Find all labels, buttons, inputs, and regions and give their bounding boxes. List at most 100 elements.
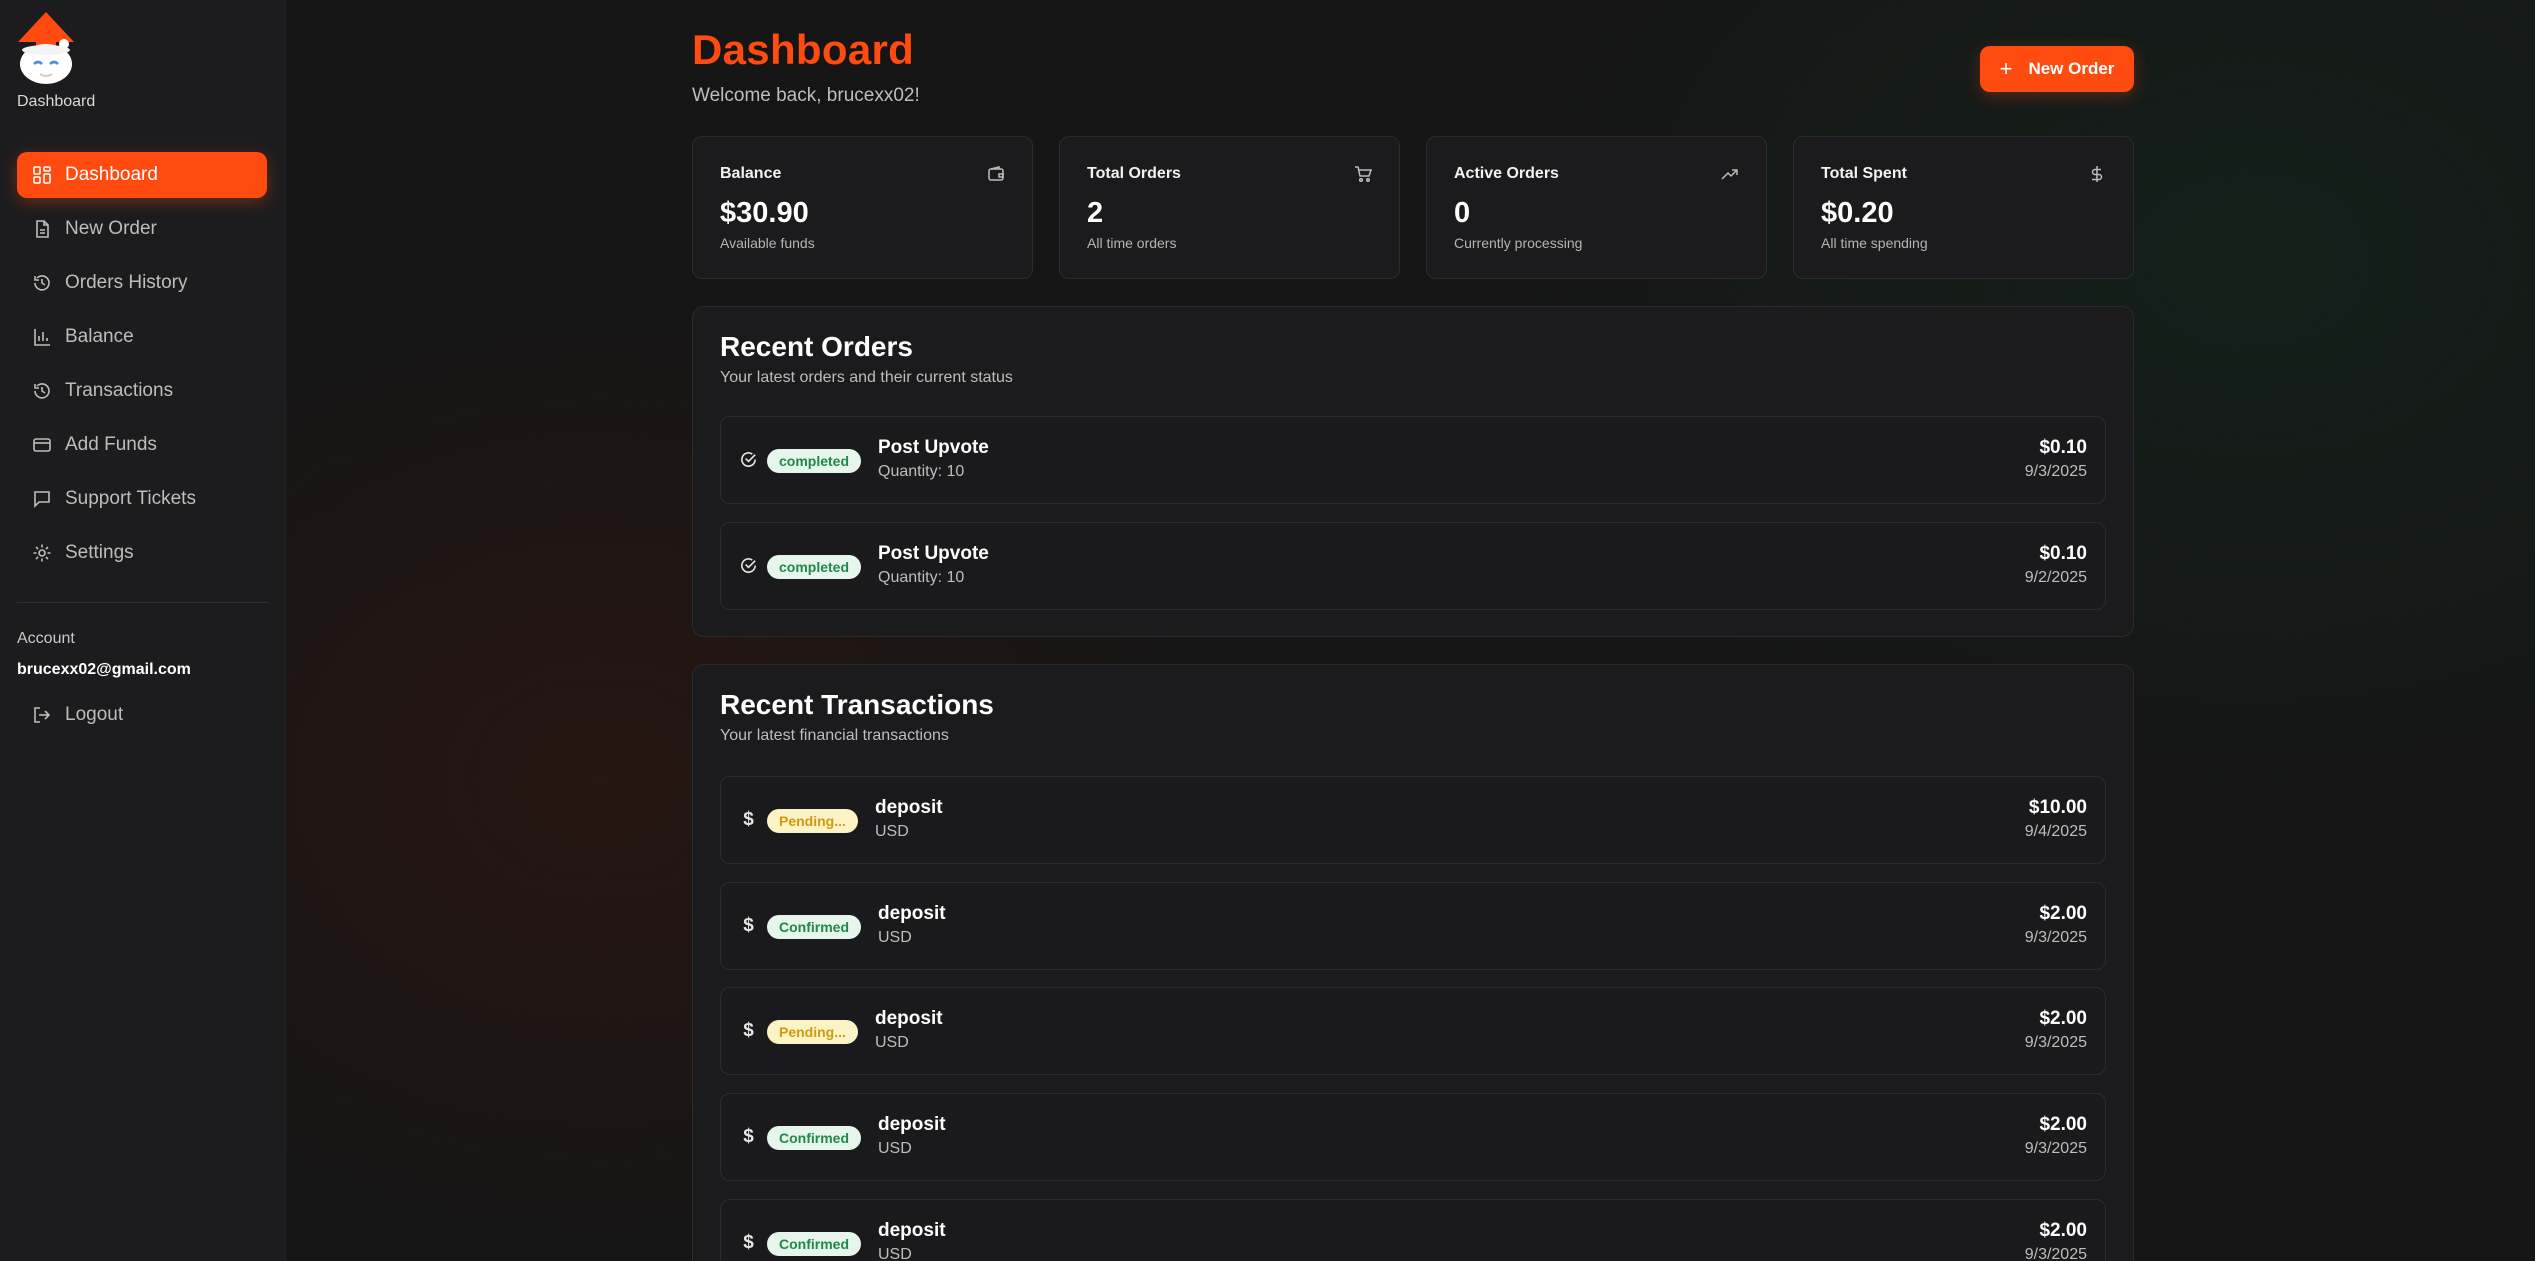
sidebar-nav: Dashboard New Order Orders History Balan…: [17, 152, 267, 584]
transaction-row[interactable]: $ Confirmed deposit USD $2.00 9/3/2025: [720, 882, 2106, 970]
status-badge: completed: [767, 449, 862, 473]
sidebar-item-label: Transactions: [65, 380, 174, 401]
transaction-amount: $2.00: [2039, 903, 2087, 924]
order-name: Post Upvote: [878, 543, 989, 564]
stat-card-balance: Balance $30.90 Available funds: [692, 136, 1033, 279]
stat-card-total-spent: Total Spent $0.20 All time spending: [1793, 136, 2134, 279]
stat-value: $30.90: [720, 197, 809, 229]
sidebar-item-label: Settings: [65, 542, 134, 563]
sidebar-item-new-order[interactable]: New Order: [17, 206, 267, 252]
transaction-type: deposit: [878, 903, 946, 924]
sidebar-item-add-funds[interactable]: Add Funds: [17, 422, 267, 468]
sidebar-item-orders-history[interactable]: Orders History: [17, 260, 267, 306]
order-name: Post Upvote: [878, 437, 989, 458]
credit-card-icon: [32, 435, 52, 455]
check-circle-icon: [739, 450, 758, 469]
recent-transactions-title: Recent Transactions: [720, 689, 994, 720]
history-icon: [32, 381, 52, 401]
new-order-label: New Order: [2028, 59, 2115, 78]
sidebar-item-label: Dashboard: [65, 164, 158, 185]
transaction-type: deposit: [875, 1008, 943, 1029]
logout-label: Logout: [65, 704, 124, 725]
transaction-row[interactable]: $ Confirmed deposit USD $2.00 9/3/2025: [720, 1199, 2106, 1261]
transaction-row[interactable]: $ Pending... deposit USD $10.00 9/4/2025: [720, 776, 2106, 864]
status-badge: Confirmed: [767, 915, 861, 939]
plus-icon: +: [1999, 56, 2013, 81]
transaction-amount: $2.00: [2039, 1220, 2087, 1241]
stat-subtitle: Available funds: [720, 235, 815, 251]
order-amount: $0.10: [2039, 543, 2087, 564]
account-label: Account: [17, 630, 75, 647]
sidebar-item-balance[interactable]: Balance: [17, 314, 267, 360]
gear-icon: [32, 543, 52, 563]
stats-row: Balance $30.90 Available funds Total Ord…: [692, 136, 2134, 279]
stat-subtitle: Currently processing: [1454, 235, 1583, 251]
stat-value: $0.20: [1821, 197, 1894, 229]
sidebar-item-label: Support Tickets: [65, 488, 196, 509]
file-icon: [32, 219, 52, 239]
status-badge: Pending...: [767, 1020, 858, 1044]
grid-icon: [32, 165, 52, 185]
sidebar-item-transactions[interactable]: Transactions: [17, 368, 267, 414]
order-quantity: Quantity: 10: [878, 463, 965, 480]
transaction-currency: USD: [878, 1246, 912, 1261]
dollar-icon: $: [743, 1019, 754, 1041]
welcome-message: Welcome back, brucexx02!: [692, 85, 920, 106]
stat-subtitle: All time spending: [1821, 235, 1928, 251]
order-date: 9/2/2025: [2024, 569, 2087, 586]
transaction-row[interactable]: $ Pending... deposit USD $2.00 9/3/2025: [720, 987, 2106, 1075]
transaction-currency: USD: [875, 823, 909, 840]
recent-orders-subtitle: Your latest orders and their current sta…: [720, 369, 1013, 386]
stat-subtitle: All time orders: [1087, 235, 1177, 251]
status-badge: completed: [767, 555, 862, 579]
stat-title: Active Orders: [1454, 165, 1559, 182]
transaction-currency: USD: [875, 1034, 909, 1051]
transaction-date: 9/4/2025: [2024, 823, 2087, 840]
message-icon: [32, 489, 52, 509]
dollar-icon: $: [743, 914, 754, 936]
recent-orders-panel: Recent Orders Your latest orders and the…: [692, 306, 2134, 637]
order-amount: $0.10: [2039, 437, 2087, 458]
wallet-icon: [987, 165, 1005, 183]
transaction-type: deposit: [878, 1220, 946, 1241]
new-order-button[interactable]: + New Order: [1980, 46, 2134, 92]
dollar-icon: $: [743, 1125, 754, 1147]
logout-button[interactable]: Logout: [17, 692, 267, 738]
transaction-date: 9/3/2025: [2024, 1246, 2087, 1261]
recent-transactions-panel: Recent Transactions Your latest financia…: [692, 664, 2134, 1261]
sidebar-item-label: Balance: [65, 326, 134, 347]
status-badge: Pending...: [767, 809, 858, 833]
cart-icon: [1354, 165, 1373, 183]
page-title: Dashboard: [692, 26, 915, 73]
sidebar-item-support-tickets[interactable]: Support Tickets: [17, 476, 267, 522]
transaction-date: 9/3/2025: [2024, 929, 2087, 946]
transaction-type: deposit: [878, 1114, 946, 1135]
dollar-icon: $: [743, 1231, 754, 1253]
trending-up-icon: [1721, 165, 1739, 183]
sidebar-divider: [17, 602, 269, 603]
stat-title: Balance: [720, 165, 782, 182]
recent-transactions-subtitle: Your latest financial transactions: [720, 727, 949, 744]
sidebar-item-label: New Order: [65, 218, 157, 239]
order-date: 9/3/2025: [2024, 463, 2087, 480]
stat-title: Total Spent: [1821, 165, 1907, 182]
transaction-row[interactable]: $ Confirmed deposit USD $2.00 9/3/2025: [720, 1093, 2106, 1181]
account-email: brucexx02@gmail.com: [17, 661, 191, 678]
logo-icon[interactable]: [14, 10, 78, 86]
order-row[interactable]: completed Post Upvote Quantity: 10 $0.10…: [720, 522, 2106, 610]
sidebar-item-dashboard[interactable]: Dashboard: [17, 152, 267, 198]
stat-value: 0: [1454, 197, 1471, 229]
history-icon: [32, 273, 52, 293]
transaction-date: 9/3/2025: [2024, 1140, 2087, 1157]
dollar-icon: $: [743, 808, 754, 830]
transaction-amount: $2.00: [2039, 1114, 2087, 1135]
recent-orders-title: Recent Orders: [720, 331, 913, 362]
sidebar: Dashboard Dashboard New Order Orders His…: [0, 0, 286, 1261]
check-circle-icon: [739, 556, 758, 575]
status-badge: Confirmed: [767, 1126, 861, 1150]
sidebar-item-settings[interactable]: Settings: [17, 530, 267, 576]
order-row[interactable]: completed Post Upvote Quantity: 10 $0.10…: [720, 416, 2106, 504]
stat-value: 2: [1087, 197, 1104, 229]
transaction-type: deposit: [875, 797, 943, 818]
stat-title: Total Orders: [1087, 165, 1181, 182]
